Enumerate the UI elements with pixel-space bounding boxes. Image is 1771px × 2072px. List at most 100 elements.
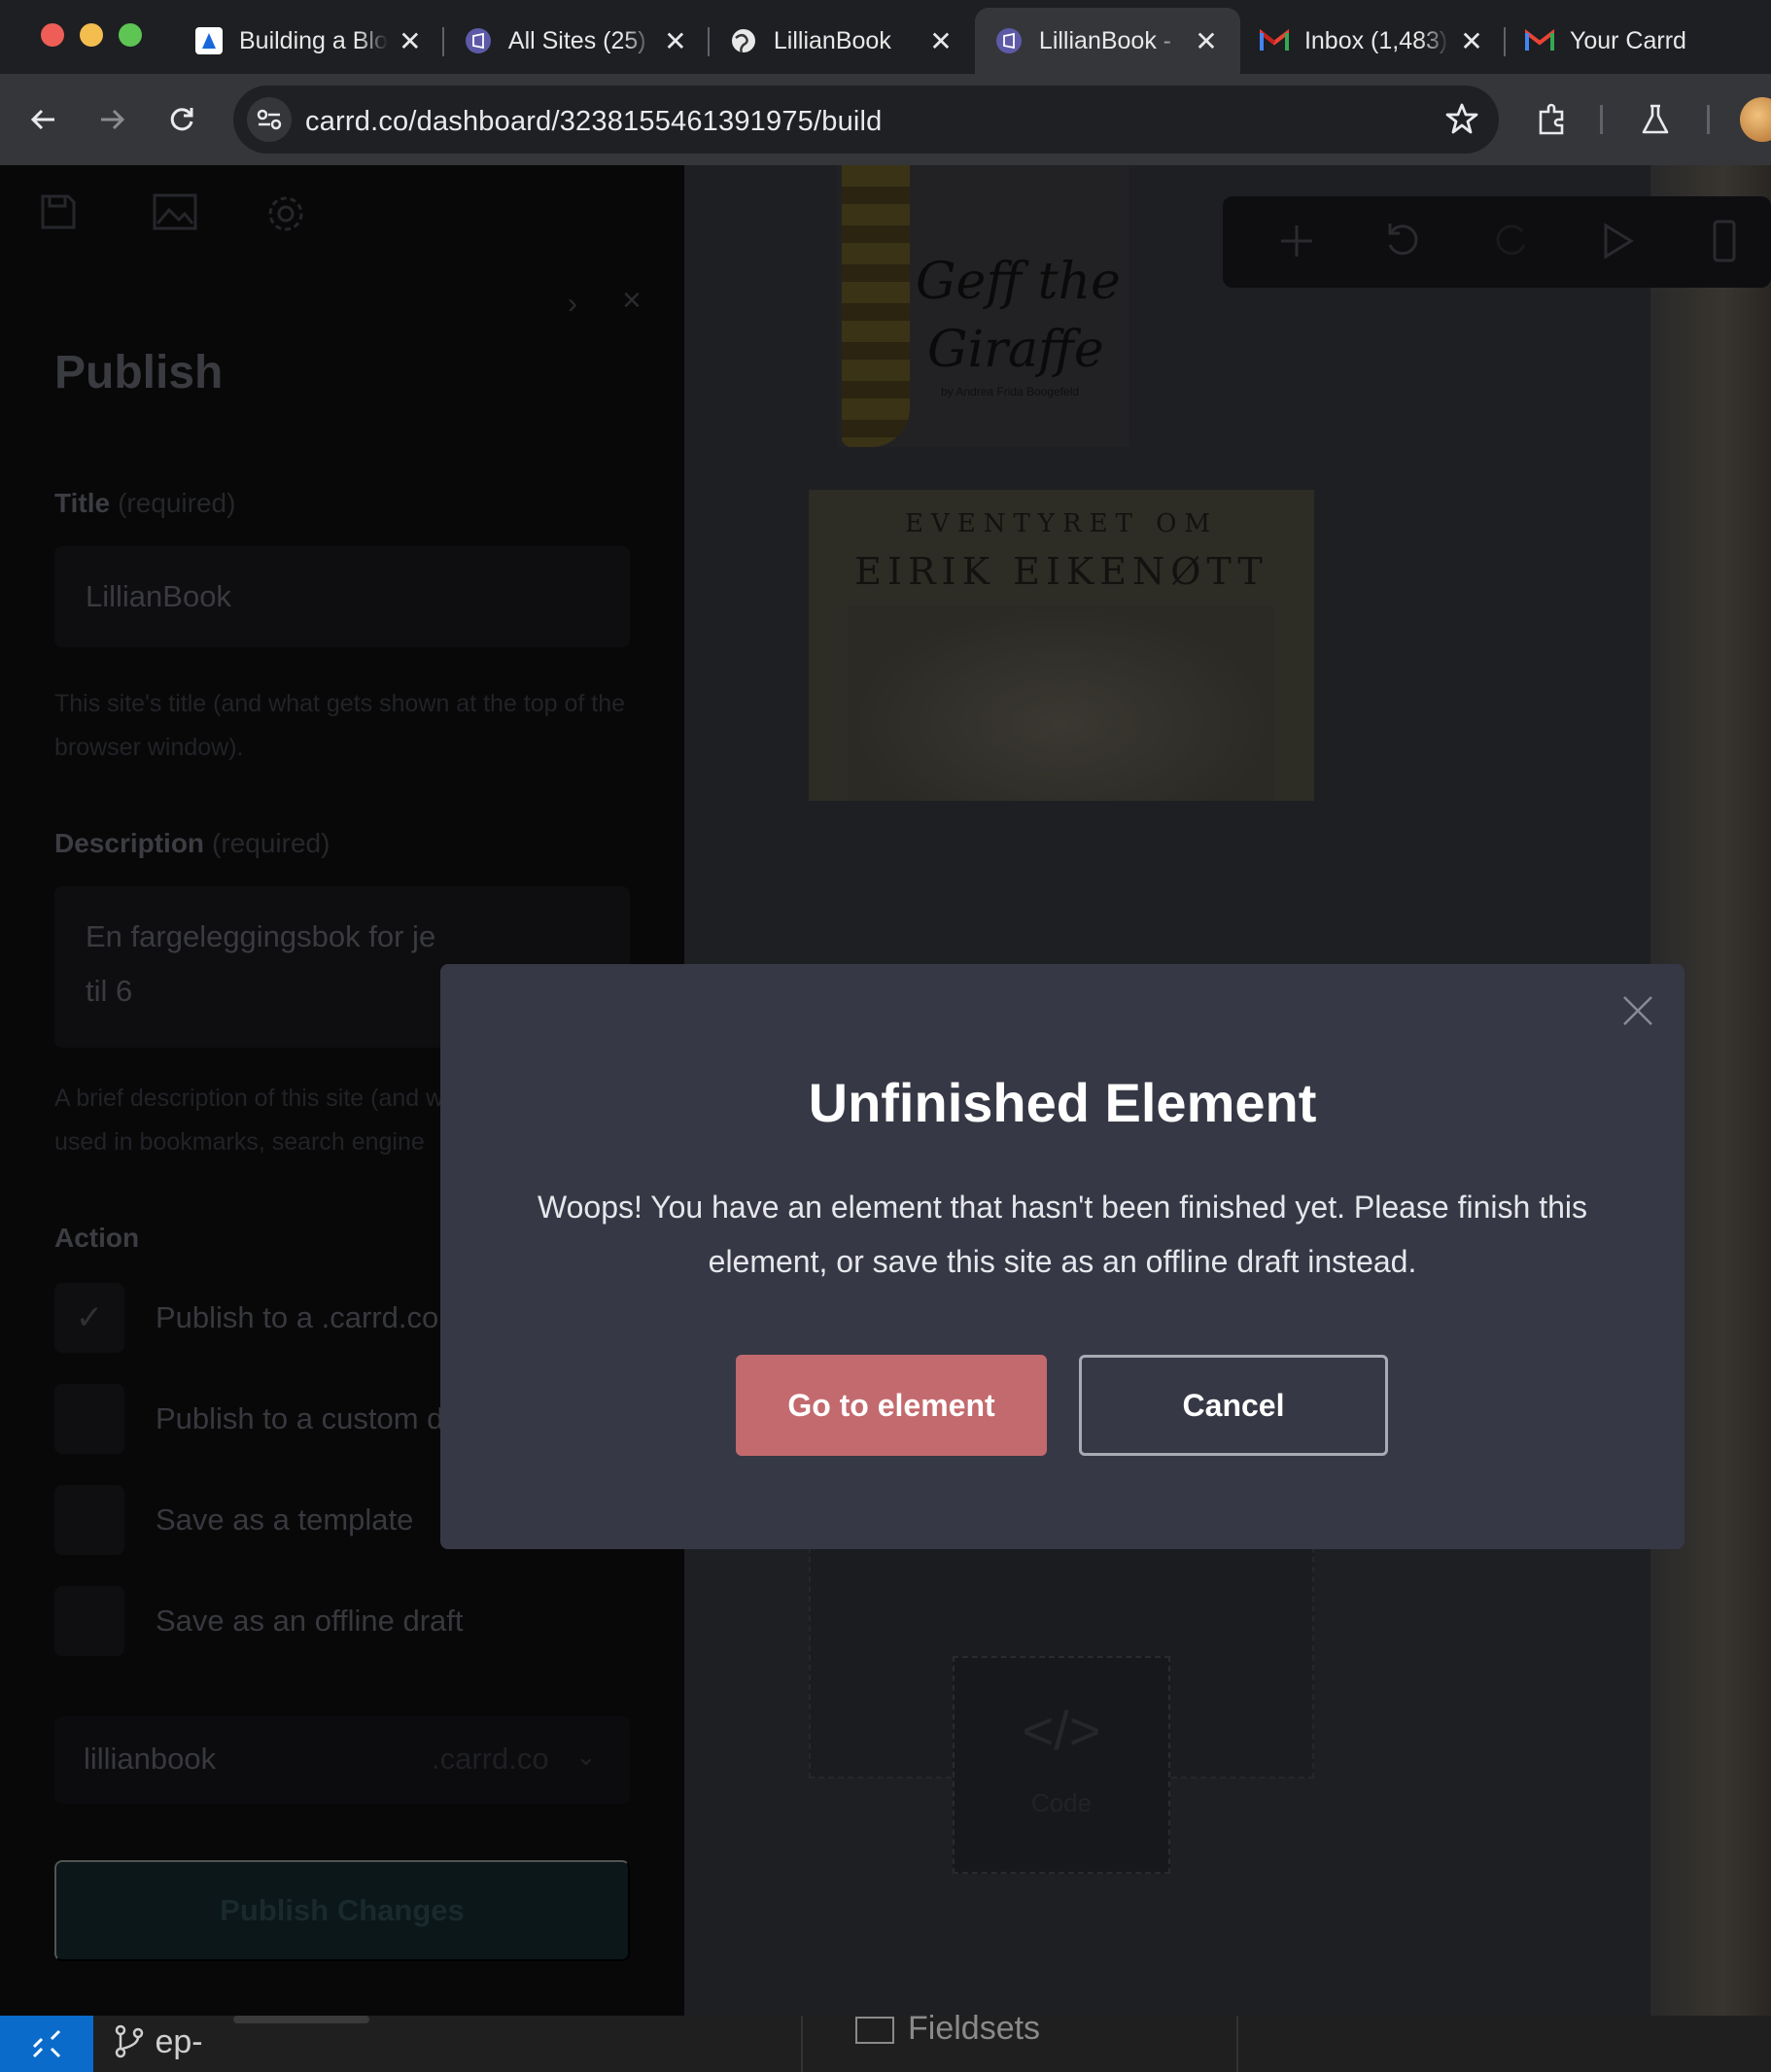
close-window-button[interactable] (41, 23, 64, 47)
book-cover-eirik-eikenott[interactable]: EVENTYRET OM EIRIK EIKENØTT (809, 490, 1314, 801)
dialog-title: Unfinished Element (808, 1072, 1317, 1133)
publish-changes-button[interactable]: Publish Changes (54, 1860, 630, 1961)
git-branch-icon (115, 2024, 144, 2058)
carrd-builder: Geff the Giraffe by Andrea Frida Boogefe… (0, 165, 1771, 2016)
code-icon: </> (1022, 1700, 1101, 1761)
remote-indicator-icon[interactable] (0, 2016, 93, 2072)
carrd-icon (464, 26, 493, 55)
go-to-element-button[interactable]: Go to element (736, 1355, 1047, 1456)
bookmark-star-icon[interactable] (1444, 101, 1479, 141)
preview-play-icon[interactable] (1594, 218, 1641, 264)
book-title-line2: Giraffe (927, 321, 1104, 379)
mobile-view-icon[interactable] (1701, 218, 1748, 264)
tab-label: Inbox (1,483) (1303, 26, 1448, 54)
subdomain-value: lillianbook (84, 1742, 217, 1776)
dialog-message: Woops! You have an element that hasn't b… (537, 1190, 1587, 1279)
tab-all-sites[interactable]: All Sites (25) ✕ (444, 8, 710, 74)
profile-avatar[interactable] (1740, 97, 1771, 142)
extensions-icon[interactable] (1528, 95, 1577, 144)
close-tab-icon[interactable]: ✕ (926, 25, 955, 57)
label-text: Title (54, 488, 111, 518)
tab-lillianbook-site[interactable]: LillianBook ✕ (710, 8, 975, 74)
toolbar-divider (1707, 105, 1710, 134)
panel-close-icon[interactable]: × (622, 282, 642, 320)
fieldsets-label: Fieldsets (908, 2010, 1041, 2047)
giraffe-neck-illustration (842, 165, 910, 447)
title-hint: This site's title (and what gets shown a… (54, 690, 626, 761)
git-branch-name: ep- (155, 2023, 203, 2060)
close-icon[interactable] (1620, 993, 1655, 1028)
address-bar[interactable]: carrd.co/dashboard/3238155461391975/buil… (233, 86, 1499, 154)
cancel-button[interactable]: Cancel (1079, 1355, 1388, 1456)
gmail-icon (1259, 26, 1289, 55)
book2-subtitle: EVENTYRET OM (904, 509, 1219, 538)
undo-icon[interactable] (1380, 218, 1427, 264)
checkbox[interactable] (54, 1586, 124, 1656)
title-field-label: Title (required) (54, 488, 235, 519)
add-element-icon[interactable] (1273, 218, 1320, 264)
carrd-icon (994, 26, 1024, 55)
fieldsets-tab[interactable]: Fieldsets (855, 2010, 1040, 2048)
checkbox[interactable] (54, 1384, 124, 1454)
site-settings-icon[interactable] (247, 97, 292, 142)
subdomain-input[interactable]: lillianbook .carrd.co ⌄ (54, 1716, 630, 1804)
action-label-text: Publish to a .carrd.co (156, 1300, 439, 1334)
browser-toolbar: carrd.co/dashboard/3238155461391975/buil… (0, 74, 1771, 165)
close-tab-icon[interactable]: ✕ (1457, 25, 1486, 57)
action-save-offline-draft[interactable]: Save as an offline draft (54, 1586, 638, 1656)
panel-title: Publish (54, 347, 224, 398)
action-label-text: Save as a template (156, 1502, 414, 1537)
labs-flask-icon[interactable] (1631, 95, 1680, 144)
tab-your-carrd[interactable]: Your Carrd (1506, 8, 1771, 74)
redo-icon[interactable] (1487, 218, 1534, 264)
title-input[interactable]: LillianBook (54, 546, 630, 647)
description-line1: En fargeleggingsbok for je (86, 919, 436, 953)
minimize-window-button[interactable] (80, 23, 103, 47)
reload-icon[interactable] (157, 95, 206, 144)
forward-icon[interactable] (87, 95, 136, 144)
tab-building-a-blog[interactable]: Building a Blo ✕ (175, 8, 444, 74)
scrollbar-thumb[interactable] (233, 2016, 369, 2023)
tab-strip: Building a Blo ✕ All Sites (25) ✕ Lillia… (175, 8, 1771, 74)
maximize-window-button[interactable] (119, 23, 142, 47)
background-editor-statusbar: ep- Fieldsets (0, 2010, 1771, 2072)
canvas-toolbar (1223, 196, 1771, 288)
tab-label: LillianBook (773, 26, 891, 54)
close-tab-icon[interactable]: ✕ (1192, 25, 1221, 57)
checkbox[interactable] (54, 1485, 124, 1555)
tab-label: Building a Blo (239, 26, 388, 54)
book-cover-geff-the-giraffe[interactable]: Geff the Giraffe by Andrea Frida Boogefe… (838, 165, 1129, 447)
description-field-label: Description (required) (54, 828, 330, 859)
panel-forward-icon[interactable]: › (568, 288, 577, 321)
close-tab-icon[interactable]: ✕ (396, 25, 425, 57)
git-branch[interactable]: ep- (113, 2023, 203, 2061)
book2-illustration (848, 606, 1275, 801)
gear-icon[interactable] (264, 192, 303, 231)
close-tab-icon[interactable]: ✕ (661, 25, 690, 57)
code-element[interactable]: </> Code (953, 1656, 1170, 1874)
chevron-down-icon[interactable]: ⌄ (575, 1742, 597, 1772)
atlassian-icon (194, 26, 224, 55)
save-icon[interactable] (39, 192, 78, 231)
fieldsets-icon (855, 2017, 894, 2045)
tab-label: LillianBook - (1038, 26, 1172, 54)
panel-top-icons (39, 192, 303, 231)
domain-suffix: .carrd.co (432, 1742, 549, 1776)
image-icon[interactable] (152, 192, 197, 231)
required-tag: (required) (212, 828, 330, 858)
url-text: carrd.co/dashboard/3238155461391975/buil… (305, 106, 883, 137)
toolbar-divider (1600, 105, 1603, 134)
globe-icon (729, 26, 758, 55)
checkmark-icon[interactable]: ✓ (54, 1283, 124, 1353)
book-title-line1: Geff the (916, 253, 1121, 311)
action-label: Action (54, 1223, 140, 1253)
tab-label: All Sites (25) (507, 26, 646, 54)
tab-lillianbook-builder[interactable]: LillianBook - ✕ (974, 8, 1240, 74)
browser-tab-bar: Building a Blo ✕ All Sites (25) ✕ Lillia… (0, 0, 1771, 74)
tab-inbox[interactable]: Inbox (1,483) ✕ (1240, 8, 1506, 74)
label-text: Description (54, 828, 205, 858)
book2-title: EIRIK EIKENØTT (854, 550, 1268, 593)
back-icon[interactable] (19, 95, 68, 144)
code-element-label: Code (1030, 1788, 1093, 1817)
gmail-icon (1524, 26, 1554, 55)
